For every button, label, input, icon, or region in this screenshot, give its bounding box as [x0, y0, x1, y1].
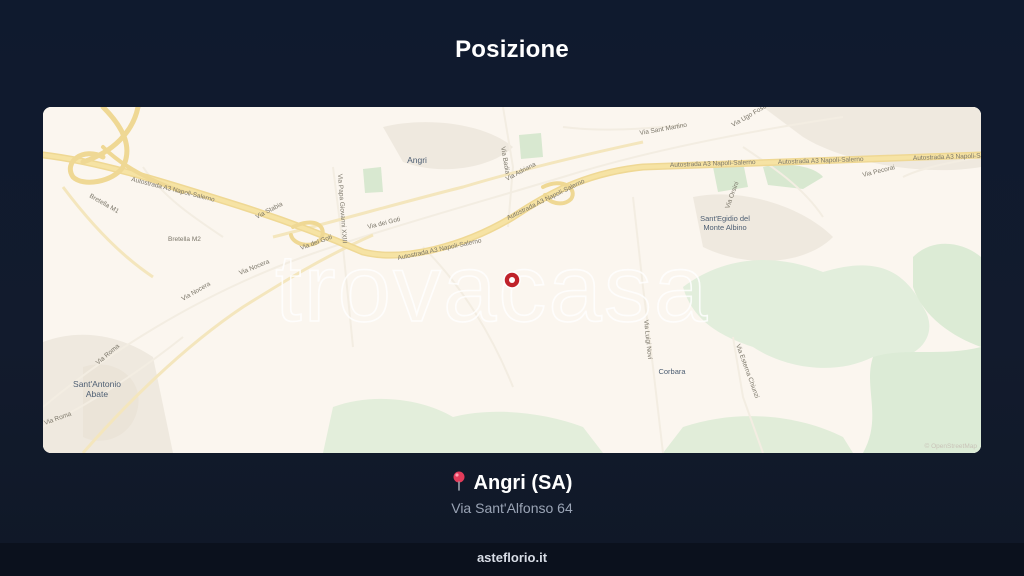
footer-site-link[interactable]: asteflorio.it [477, 550, 547, 565]
footer: asteflorio.it [0, 543, 1024, 576]
place-label-santantonio: Sant'Antonio [73, 379, 121, 389]
location-marker[interactable] [503, 271, 521, 289]
map-canvas[interactable]: trovacasa Autostrada A3 Napoli-Salerno A… [43, 107, 981, 453]
road-label-bretella: Bretella M2 [168, 236, 201, 243]
place-label-santegidio: Monte Albino [703, 223, 746, 232]
page-title: Posizione [455, 36, 569, 63]
location-city: Angri (SA) [473, 472, 573, 494]
page: Posizione trovacasa Autostrada A3 Napoli… [0, 0, 1024, 576]
place-label-santantonio: Abate [86, 389, 108, 399]
map-pin-icon [452, 471, 466, 497]
place-label-corbara: Corbara [658, 367, 686, 376]
location-address: Via Sant'Alfonso 64 [451, 500, 573, 516]
place-label-santegidio: Sant'Egidio del [700, 214, 750, 223]
map-view[interactable]: trovacasa Autostrada A3 Napoli-Salerno A… [43, 107, 981, 453]
location-heading: Angri (SA) [0, 471, 1024, 497]
map-attribution[interactable]: © OpenStreetMap [925, 442, 978, 450]
place-label-angri: Angri [407, 155, 427, 165]
